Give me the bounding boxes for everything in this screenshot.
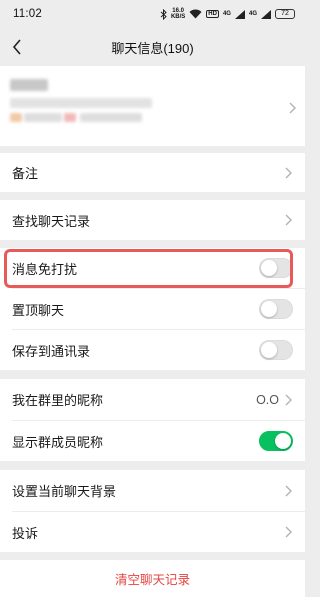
my-nickname-value: O.O <box>256 392 279 407</box>
remark-label: 备注 <box>12 166 39 181</box>
set-background-row[interactable]: 设置当前聊天背景 <box>0 470 305 511</box>
signal-icon-1 <box>234 9 245 19</box>
members-card[interactable] <box>0 66 305 146</box>
search-history-label: 查找聊天记录 <box>12 213 91 229</box>
network-speed: 16.0 KB/S <box>170 8 186 20</box>
signal-icon-2 <box>261 9 271 19</box>
show-nicknames-row: 显示群成员昵称 <box>0 421 305 461</box>
remark-row[interactable]: 备注 <box>0 153 305 192</box>
save-contacts-toggle[interactable] <box>259 340 293 360</box>
chevron-right-icon <box>285 214 292 226</box>
clear-history-card: 清空聊天记录 <box>0 560 305 597</box>
clear-history-label: 清空聊天记录 <box>114 573 190 587</box>
toggle-settings-card: 消息免打扰 置顶聊天 保存到通讯录 <box>0 248 305 370</box>
my-nickname-label: 我在群里的昵称 <box>12 393 104 408</box>
status-bar: 11:02 16.0 KB/S HD 4G 4G 72 <box>0 0 305 28</box>
chevron-left-icon <box>12 39 21 55</box>
blurred-avatar <box>64 113 76 122</box>
pin-row: 置顶聊天 <box>0 289 305 329</box>
page-title: 聊天信息(190) <box>111 40 194 56</box>
status-icons: 16.0 KB/S HD 4G 4G 72 <box>160 8 295 20</box>
blurred-avatar <box>80 113 142 122</box>
search-history-row[interactable]: 查找聊天记录 <box>0 200 305 240</box>
save-contacts-label: 保存到通讯录 <box>12 343 91 359</box>
set-background-label: 设置当前聊天背景 <box>12 484 117 499</box>
report-row[interactable]: 投诉 <box>0 512 305 552</box>
chevron-right-icon <box>289 102 296 114</box>
nickname-card: 我在群里的昵称 O.O 显示群成员昵称 <box>0 379 305 461</box>
mute-toggle[interactable] <box>259 258 293 278</box>
remark-card: 备注 <box>0 153 305 192</box>
signal-label-2: 4G <box>248 11 257 17</box>
search-card: 查找聊天记录 <box>0 200 305 240</box>
blurred-avatar <box>24 113 62 122</box>
chevron-right-icon <box>285 485 292 496</box>
chevron-right-icon <box>285 394 292 405</box>
wifi-icon <box>189 9 202 19</box>
mute-label: 消息免打扰 <box>12 261 78 277</box>
more-settings-card: 设置当前聊天背景 投诉 <box>0 470 305 552</box>
show-nicknames-label: 显示群成员昵称 <box>12 434 104 450</box>
save-contacts-row: 保存到通讯录 <box>0 330 305 370</box>
signal-label-1: 4G <box>222 11 231 17</box>
nav-bar: 聊天信息(190) <box>0 28 305 66</box>
blurred-avatar <box>10 113 22 122</box>
pin-label: 置顶聊天 <box>12 302 65 318</box>
blurred-avatar <box>10 79 48 91</box>
bluetooth-icon <box>160 8 167 20</box>
report-label: 投诉 <box>12 525 39 541</box>
hd-badge: HD <box>206 10 219 18</box>
back-button[interactable] <box>6 36 28 58</box>
mute-row: 消息免打扰 <box>0 248 305 288</box>
blurred-avatar <box>10 98 152 108</box>
my-nickname-row[interactable]: 我在群里的昵称 O.O <box>0 379 305 420</box>
clear-history-button[interactable]: 清空聊天记录 <box>0 560 305 597</box>
pin-toggle[interactable] <box>259 299 293 319</box>
chevron-right-icon <box>285 526 292 538</box>
battery-icon: 72 <box>275 9 295 19</box>
chevron-right-icon <box>285 167 292 178</box>
show-nicknames-toggle[interactable] <box>259 431 293 451</box>
status-time: 11:02 <box>13 8 42 20</box>
